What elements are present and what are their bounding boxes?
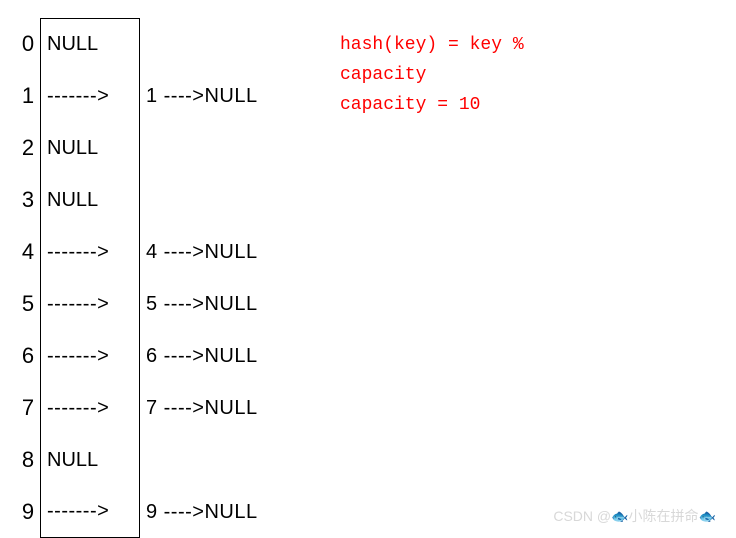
chain-node: 1 — [140, 85, 164, 108]
bucket-row: 5 -------> 5 ----> NULL — [16, 278, 736, 330]
bucket-index: 6 — [16, 343, 40, 369]
chain-node: 9 — [140, 501, 164, 524]
chain-null: NULL — [204, 345, 257, 368]
arrow-icon: ----> — [164, 85, 205, 108]
bucket-index: 9 — [16, 499, 40, 525]
chain-tail: 9 ----> NULL — [140, 501, 258, 524]
bucket-index: 7 — [16, 395, 40, 421]
bucket-index: 0 — [16, 31, 40, 57]
chain-node: 7 — [140, 397, 164, 420]
chain: -------> — [47, 500, 109, 523]
arrow-icon: -------> — [47, 500, 109, 523]
bucket-cell: -------> — [40, 278, 140, 330]
bucket-index: 8 — [16, 447, 40, 473]
chain-tail: 4 ----> NULL — [140, 241, 258, 264]
chain-null: NULL — [204, 293, 257, 316]
bucket-cell: NULL — [40, 122, 140, 174]
arrow-icon: -------> — [47, 293, 109, 316]
bucket-index: 4 — [16, 239, 40, 265]
chain: -------> — [47, 85, 109, 108]
chain-null: NULL — [204, 241, 257, 264]
arrow-icon: ----> — [164, 345, 205, 368]
chain: -------> — [47, 397, 109, 420]
chain-tail: 5 ----> NULL — [140, 293, 258, 316]
bucket-cell: -------> — [40, 226, 140, 278]
formula-line: capacity — [340, 60, 524, 90]
bucket-cell: NULL — [40, 434, 140, 486]
formula-line: capacity = 10 — [340, 90, 524, 120]
chain-tail: 6 ----> NULL — [140, 345, 258, 368]
arrow-icon: ----> — [164, 397, 205, 420]
chain-tail: 7 ----> NULL — [140, 397, 258, 420]
bucket-row: 7 -------> 7 ----> NULL — [16, 382, 736, 434]
arrow-icon: -------> — [47, 345, 109, 368]
arrow-icon: -------> — [47, 397, 109, 420]
bucket-row: 6 -------> 6 ----> NULL — [16, 330, 736, 382]
chain-null: NULL — [204, 85, 257, 108]
bucket-cell: -------> — [40, 330, 140, 382]
hash-formula: hash(key) = key % capacity capacity = 10 — [340, 30, 524, 120]
chain-null: NULL — [204, 501, 257, 524]
formula-line: hash(key) = key % — [340, 30, 524, 60]
bucket-row: 4 -------> 4 ----> NULL — [16, 226, 736, 278]
arrow-icon: ----> — [164, 501, 205, 524]
chain: -------> — [47, 345, 109, 368]
bucket-cell: -------> — [40, 486, 140, 538]
bucket-cell: NULL — [40, 18, 140, 70]
chain-node: 5 — [140, 293, 164, 316]
arrow-icon: -------> — [47, 241, 109, 264]
arrow-icon: ----> — [164, 293, 205, 316]
bucket-cell: NULL — [40, 174, 140, 226]
watermark: CSDN @🐟小陈在拼命🐟 — [553, 506, 716, 526]
bucket-index: 2 — [16, 135, 40, 161]
bucket-index: 1 — [16, 83, 40, 109]
chain-node: 6 — [140, 345, 164, 368]
bucket-row: 2 NULL — [16, 122, 736, 174]
arrow-icon: ----> — [164, 241, 205, 264]
chain: -------> — [47, 293, 109, 316]
bucket-index: 3 — [16, 187, 40, 213]
chain-tail: 1 ----> NULL — [140, 85, 258, 108]
chain: -------> — [47, 241, 109, 264]
bucket-cell: -------> — [40, 70, 140, 122]
bucket-cell: -------> — [40, 382, 140, 434]
arrow-icon: -------> — [47, 85, 109, 108]
bucket-row: 8 NULL — [16, 434, 736, 486]
chain-null: NULL — [204, 397, 257, 420]
chain-node: 4 — [140, 241, 164, 264]
bucket-row: 3 NULL — [16, 174, 736, 226]
bucket-index: 5 — [16, 291, 40, 317]
